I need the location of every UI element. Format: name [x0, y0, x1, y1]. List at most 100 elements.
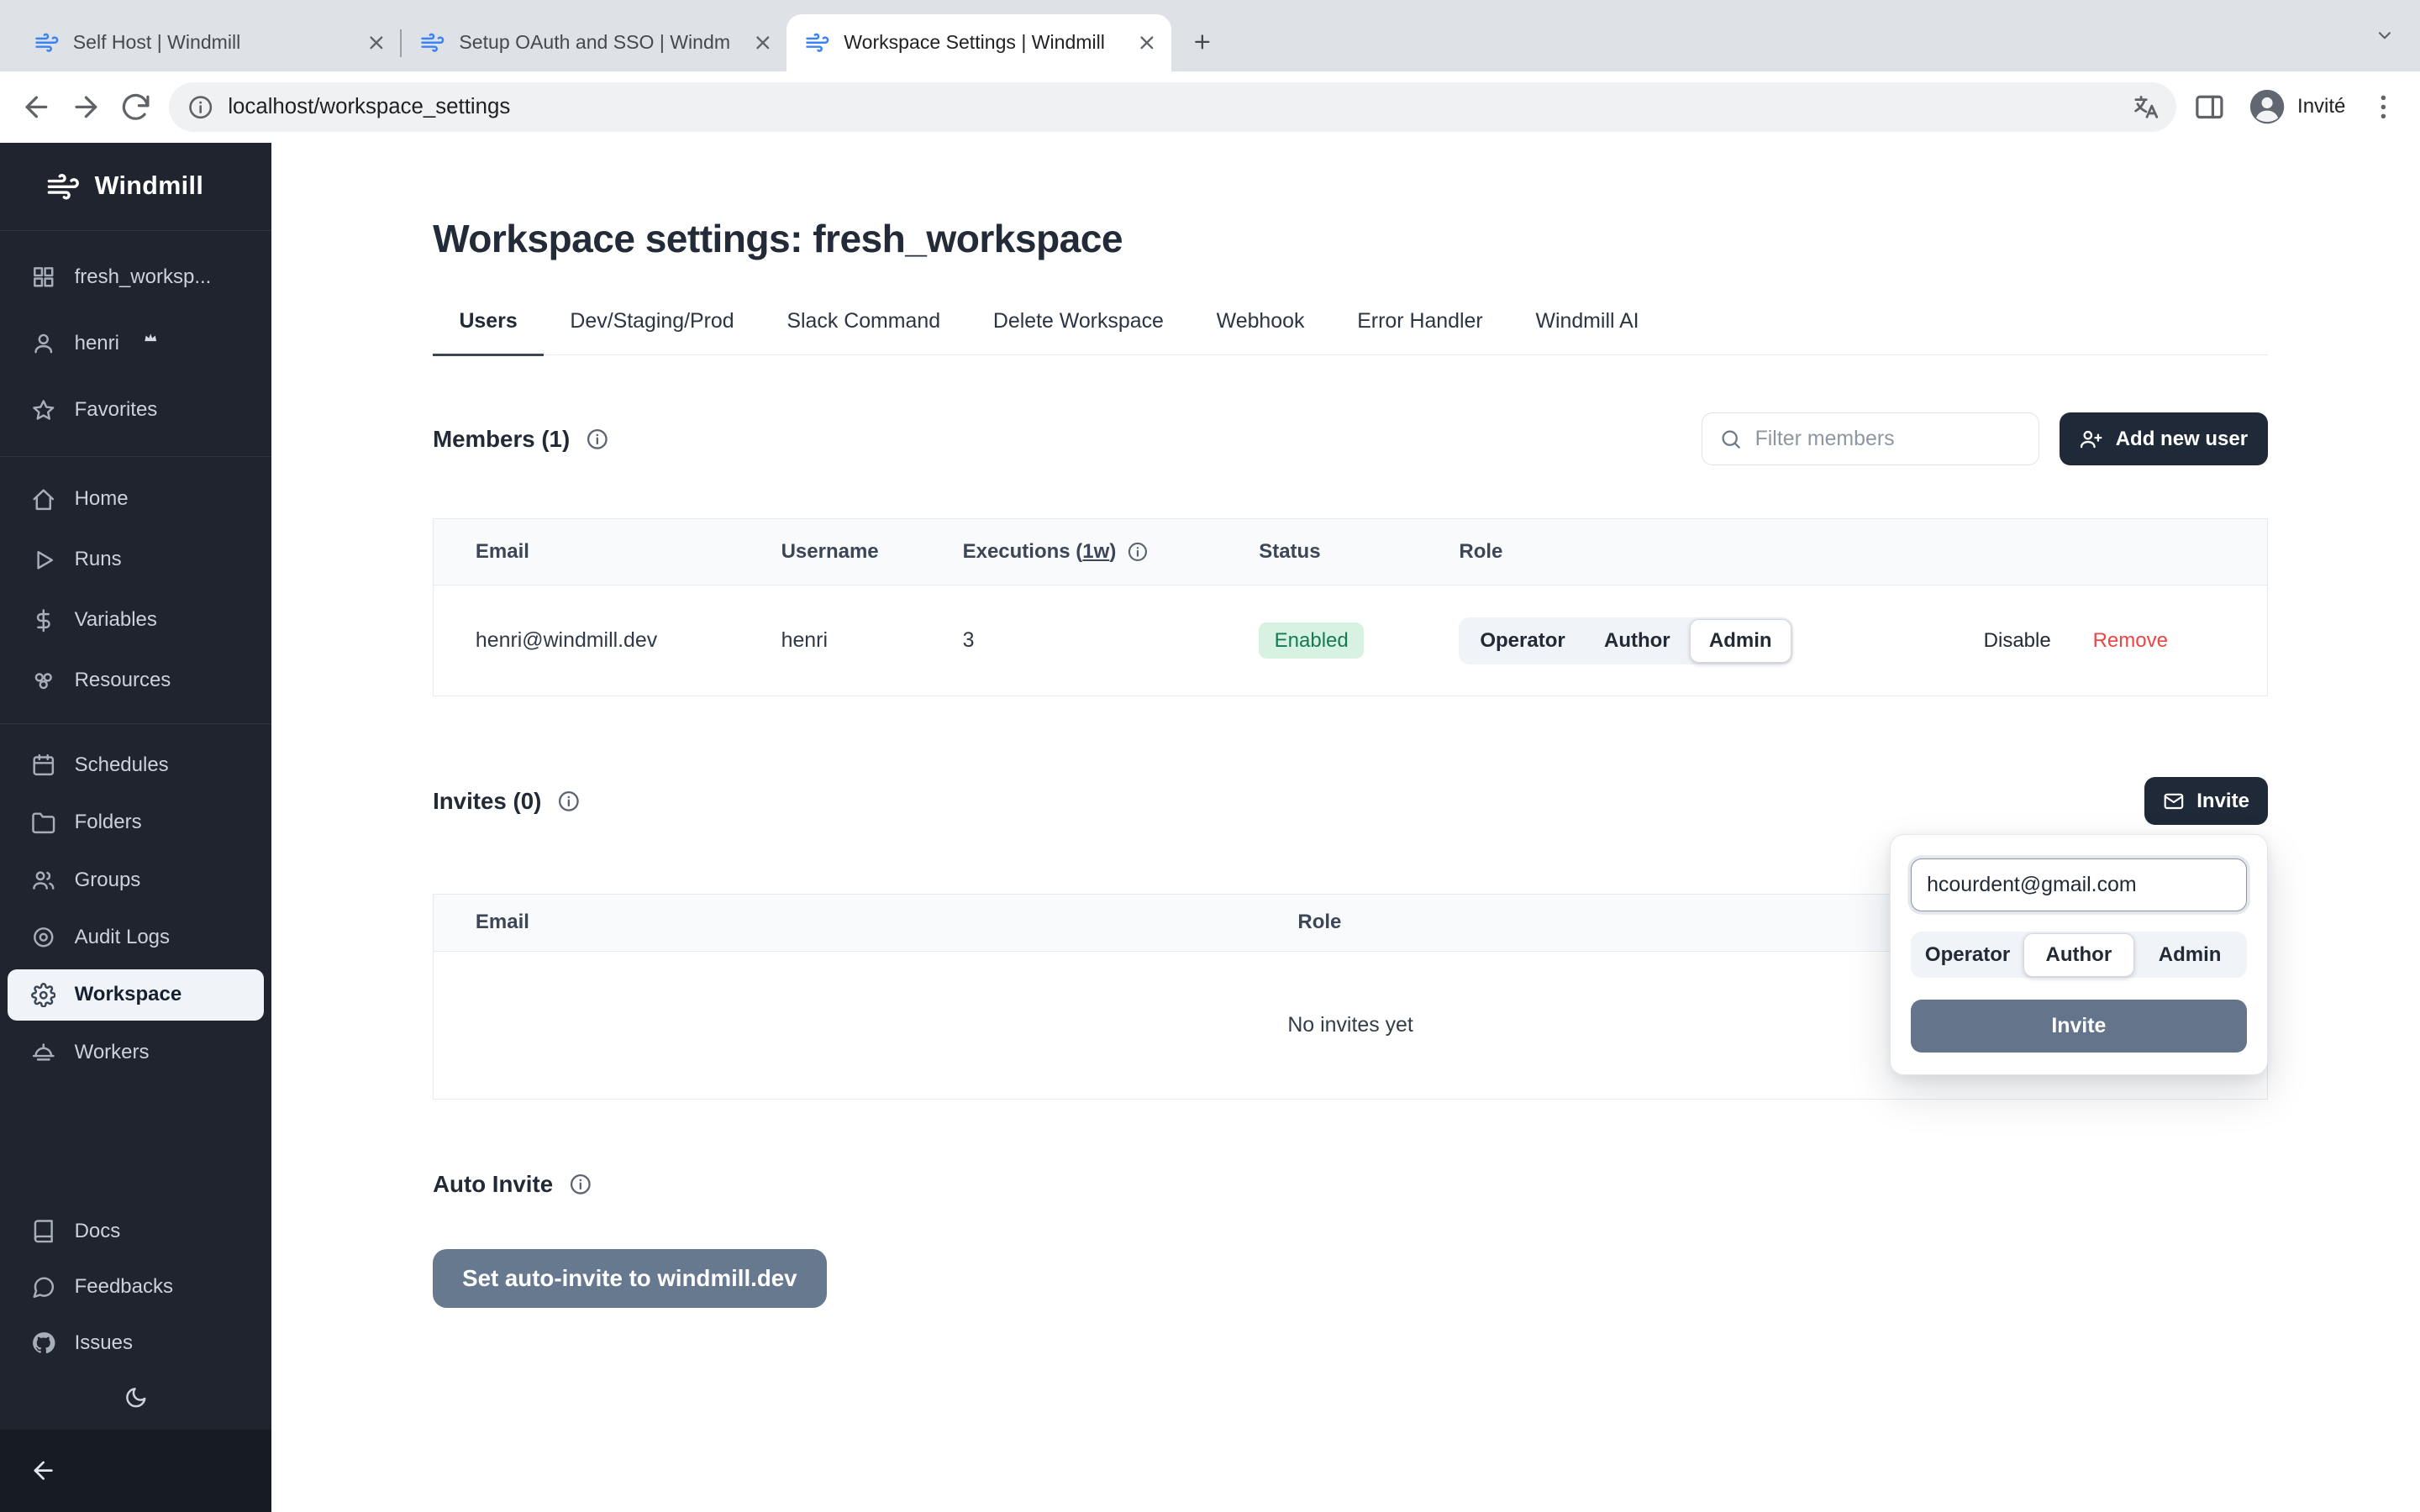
sidebar: Windmill fresh_worksp... henri Favorites — [0, 143, 271, 1512]
sidebar-item-feedbacks[interactable]: Feedbacks — [0, 1259, 271, 1315]
calendar-icon — [31, 753, 56, 778]
tab-slack-command[interactable]: Slack Command — [760, 309, 966, 356]
theme-toggle[interactable] — [0, 1371, 271, 1430]
tab-webhook[interactable]: Webhook — [1190, 309, 1331, 356]
tab-error-handler[interactable]: Error Handler — [1331, 309, 1509, 356]
sidebar-item-workers[interactable]: Workers — [0, 1024, 271, 1081]
invite-popover: Operator Author Admin Invite — [1890, 834, 2268, 1075]
info-icon[interactable] — [1127, 541, 1149, 563]
sidebar-item-label: Schedules — [75, 753, 169, 777]
sidebar-item-audit-logs[interactable]: Audit Logs — [0, 909, 271, 966]
tab-users[interactable]: Users — [433, 309, 544, 356]
workspace-switcher[interactable]: fresh_worksp... — [0, 244, 271, 310]
profile-button[interactable]: Invité — [2243, 85, 2350, 130]
member-username: henri — [739, 628, 921, 653]
column-username: Username — [739, 540, 921, 564]
sidebar-item-label: Folders — [75, 811, 142, 834]
star-icon — [31, 398, 56, 423]
add-new-user-button[interactable]: Add new user — [2060, 412, 2268, 465]
forward-button[interactable] — [70, 91, 103, 123]
column-executions: Executions (1w) — [921, 540, 1218, 564]
tab-dev-staging-prod[interactable]: Dev/Staging/Prod — [544, 309, 760, 356]
side-panel-icon[interactable] — [2193, 91, 2226, 123]
close-icon[interactable] — [751, 31, 775, 55]
tab-title: Workspace Settings | Windmill — [844, 31, 1122, 54]
windmill-favicon — [34, 30, 60, 55]
browser-tab-oauth[interactable]: Setup OAuth and SSO | Windm — [402, 14, 786, 71]
role-option-author[interactable]: Author — [1585, 619, 1690, 663]
brand-label: Windmill — [95, 171, 204, 201]
browser-tab-workspace-settings[interactable]: Workspace Settings | Windmill — [786, 14, 1171, 71]
back-button[interactable] — [20, 91, 53, 123]
sidebar-item-variables[interactable]: Variables — [0, 590, 271, 650]
sidebar-item-workspace[interactable]: Workspace — [8, 969, 264, 1021]
role-option-operator[interactable]: Operator — [1912, 933, 2023, 977]
windmill-logo[interactable]: Windmill — [0, 143, 271, 231]
workspace-switcher-label: fresh_worksp... — [75, 265, 212, 289]
sidebar-item-schedules[interactable]: Schedules — [0, 737, 271, 794]
browser-menu-icon[interactable] — [2367, 91, 2400, 123]
role-option-admin[interactable]: Admin — [2134, 933, 2245, 977]
role-option-admin[interactable]: Admin — [1690, 619, 1791, 663]
invite-button[interactable]: Invite — [2144, 777, 2269, 825]
info-icon[interactable] — [586, 428, 609, 451]
set-auto-invite-button[interactable]: Set auto-invite to windmill.dev — [433, 1249, 827, 1308]
home-icon — [31, 487, 56, 512]
site-info-icon[interactable] — [187, 94, 213, 120]
arrow-left-icon — [29, 1457, 57, 1484]
info-icon[interactable] — [557, 790, 581, 813]
sidebar-item-runs[interactable]: Runs — [0, 529, 271, 590]
filter-members-input[interactable] — [1702, 412, 2039, 465]
tab-delete-workspace[interactable]: Delete Workspace — [966, 309, 1190, 356]
remove-button[interactable]: Remove — [2093, 629, 2168, 653]
sidebar-item-issues[interactable]: Issues — [0, 1315, 271, 1371]
new-tab-button[interactable] — [1181, 20, 1224, 64]
sidebar-item-home[interactable]: Home — [0, 469, 271, 529]
sidebar-item-groups[interactable]: Groups — [0, 852, 271, 909]
info-icon[interactable] — [569, 1173, 592, 1196]
book-icon — [31, 1219, 56, 1244]
member-role-cell: Operator Author Admin Disable Remove — [1418, 617, 2267, 664]
users-icon — [31, 868, 56, 893]
sidebar-item-favorites[interactable]: Favorites — [0, 377, 271, 444]
table-row: henri@windmill.dev henri 3 Enabled Opera… — [434, 585, 2267, 696]
reload-button[interactable] — [119, 91, 152, 123]
sidebar-item-label: Audit Logs — [75, 926, 170, 949]
resources-icon — [31, 669, 56, 694]
browser-tab-self-host[interactable]: Self Host | Windmill — [15, 14, 400, 71]
browser-toolbar: localhost/workspace_settings Invité — [0, 71, 2420, 143]
auto-invite-heading: Auto Invite — [433, 1171, 553, 1198]
tab-windmill-ai[interactable]: Windmill AI — [1509, 309, 1665, 356]
sidebar-item-resources[interactable]: Resources — [0, 650, 271, 711]
crown-icon — [143, 330, 158, 345]
role-segmented-control: Operator Author Admin — [1459, 617, 1792, 664]
mail-icon — [2163, 790, 2185, 812]
avatar-icon — [2248, 87, 2286, 126]
search-icon — [1719, 428, 1743, 451]
translate-icon[interactable] — [2132, 93, 2160, 121]
github-icon — [31, 1331, 56, 1356]
windmill-favicon — [805, 30, 830, 55]
filter-members-field[interactable] — [1755, 427, 2022, 451]
tab-title: Setup OAuth and SSO | Windm — [459, 31, 737, 54]
sidebar-item-folders[interactable]: Folders — [0, 794, 271, 851]
role-option-operator[interactable]: Operator — [1460, 619, 1585, 663]
members-table-header: Email Username Executions (1w) Status Ro… — [434, 519, 2267, 585]
address-bar[interactable]: localhost/workspace_settings — [169, 82, 2176, 132]
user-plus-icon — [2080, 428, 2103, 451]
close-icon[interactable] — [365, 31, 388, 55]
invite-submit-button[interactable]: Invite — [1911, 1000, 2247, 1053]
role-option-author[interactable]: Author — [2023, 933, 2134, 977]
disable-button[interactable]: Disable — [1984, 629, 2051, 653]
close-icon[interactable] — [1135, 31, 1159, 55]
sidebar-item-label: Feedbacks — [75, 1275, 173, 1299]
tab-search-chevron-icon[interactable] — [2374, 25, 2396, 47]
sidebar-item-label: Variables — [75, 608, 157, 632]
collapse-sidebar-button[interactable] — [0, 1430, 271, 1512]
user-menu[interactable]: henri — [0, 310, 271, 376]
sidebar-item-docs[interactable]: Docs — [0, 1204, 271, 1259]
folder-icon — [31, 811, 56, 836]
invite-email-input[interactable] — [1911, 858, 2247, 911]
user-icon — [31, 331, 56, 356]
dollar-icon — [31, 608, 56, 633]
